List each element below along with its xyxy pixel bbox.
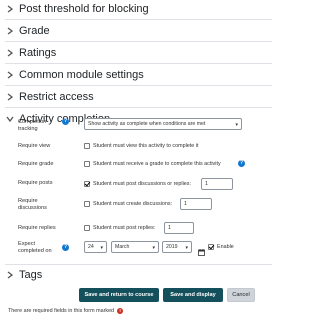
require-discussions-text: Student must create discussions: <box>93 201 173 207</box>
expect-day-value: 24 <box>88 244 94 250</box>
divider <box>5 19 272 20</box>
chevron-right-icon <box>5 27 14 36</box>
chevron-down-icon: ▾ <box>152 245 155 251</box>
cancel-button[interactable]: Cancel <box>227 288 255 302</box>
question-circle-icon[interactable]: ? <box>62 118 69 125</box>
require-discussions-input[interactable]: 1 <box>180 198 212 210</box>
section-post-threshold[interactable]: Post threshold for blocking <box>5 0 149 18</box>
chevron-down-icon: ▾ <box>235 122 238 128</box>
chevron-right-icon <box>5 49 14 58</box>
completion-tracking-label: Completion tracking <box>18 119 47 132</box>
require-view-text: Student must view this activity to compl… <box>93 143 199 149</box>
section-title: Tags <box>19 269 43 281</box>
require-grade-checkbox[interactable] <box>84 161 90 167</box>
require-posts-checkbox[interactable] <box>84 181 90 187</box>
divider <box>5 41 272 42</box>
require-grade-text: Student must receive a grade to complete… <box>93 161 221 167</box>
divider <box>5 264 272 265</box>
completion-tracking-value: Show activity as complete when condition… <box>88 121 206 127</box>
require-posts-text: Student must post discussions or replies… <box>93 181 191 187</box>
chevron-down-icon: ▾ <box>185 245 188 251</box>
required-note-text: There are required fields in this form m… <box>8 308 115 314</box>
required-fields-note: There are required fields in this form m… <box>8 308 124 314</box>
section-title: Common module settings <box>19 69 144 81</box>
chevron-down-icon <box>5 115 14 124</box>
expect-month-select[interactable]: March ▾ <box>111 241 159 253</box>
section-title: Grade <box>19 25 50 37</box>
save-and-return-button[interactable]: Save and return to course <box>79 288 159 302</box>
question-circle-icon[interactable]: ? <box>62 244 69 251</box>
require-replies-label: Require replies <box>18 225 56 231</box>
chevron-down-icon: ▾ <box>100 245 103 251</box>
section-title: Restrict access <box>19 91 94 103</box>
section-title: Post threshold for blocking <box>19 3 149 15</box>
section-common-module[interactable]: Common module settings <box>5 66 144 84</box>
save-and-display-button[interactable]: Save and display <box>163 288 223 302</box>
expect-enable-text: Enable <box>217 244 234 250</box>
require-view-label: Require view <box>18 143 51 149</box>
calendar-icon[interactable] <box>198 243 205 256</box>
chevron-right-icon <box>5 93 14 102</box>
expect-month-value: March <box>115 244 130 250</box>
require-replies-checkbox[interactable] <box>84 225 90 231</box>
expect-year-select[interactable]: 2019 ▾ <box>162 241 192 253</box>
require-posts-input[interactable]: 1 <box>201 178 233 190</box>
question-circle-icon[interactable]: ? <box>238 160 245 167</box>
expect-day-select[interactable]: 24 ▾ <box>84 241 107 253</box>
divider <box>5 107 272 108</box>
require-replies-text: Student must post replies: <box>93 225 156 231</box>
completion-tracking-select[interactable]: Show activity as complete when condition… <box>84 118 242 130</box>
expect-enable-checkbox[interactable] <box>208 244 214 250</box>
section-title: Ratings <box>19 47 57 59</box>
chevron-right-icon <box>5 5 14 14</box>
chevron-right-icon <box>5 71 14 80</box>
require-posts-label: Require posts <box>18 180 53 186</box>
section-grade[interactable]: Grade <box>5 22 50 40</box>
divider <box>5 63 272 64</box>
expect-year-value: 2019 <box>166 244 178 250</box>
expect-completed-label: Expect completed on <box>18 241 52 254</box>
require-view-checkbox[interactable] <box>84 143 90 149</box>
section-ratings[interactable]: Ratings <box>5 44 56 62</box>
chevron-right-icon <box>5 271 14 280</box>
exclamation-circle-icon: ! <box>117 308 124 314</box>
require-grade-label: Require grade <box>18 161 54 167</box>
require-replies-input[interactable]: 1 <box>164 222 194 234</box>
require-discussions-checkbox[interactable] <box>84 201 90 207</box>
require-discussions-label: Require discussions <box>18 198 47 211</box>
divider <box>5 85 272 86</box>
section-tags[interactable]: Tags <box>5 266 42 284</box>
section-restrict-access[interactable]: Restrict access <box>5 88 94 106</box>
